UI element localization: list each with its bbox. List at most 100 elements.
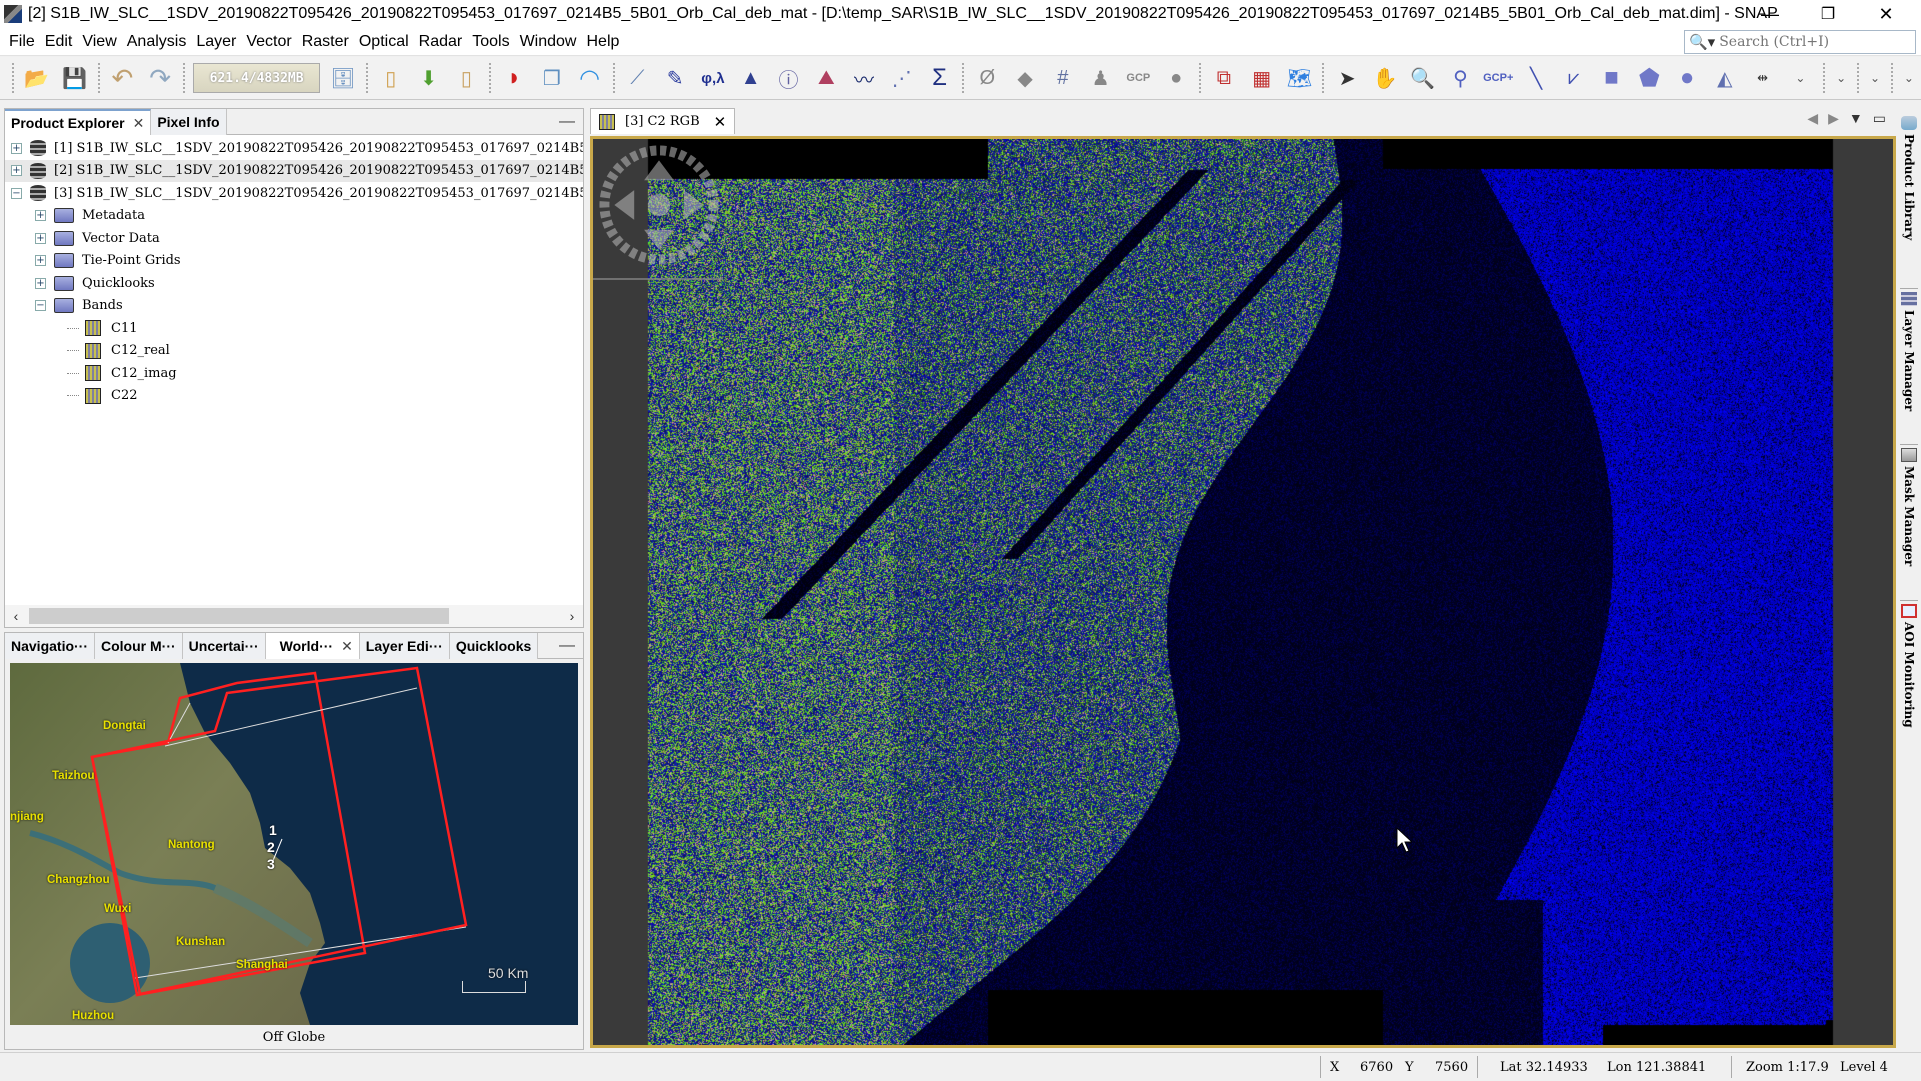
select-tool-icon[interactable]: ➤ bbox=[1331, 62, 1363, 94]
menu-vector[interactable]: Vector bbox=[241, 33, 296, 51]
shapes-overlay-icon[interactable]: ◆ bbox=[1009, 62, 1041, 94]
scroll-tabs-right-icon[interactable]: ▶ bbox=[1828, 110, 1839, 127]
menu-raster[interactable]: Raster bbox=[297, 33, 354, 51]
search-box[interactable]: 🔍▾ bbox=[1684, 30, 1916, 54]
scroll-left-icon[interactable]: ‹ bbox=[5, 608, 27, 624]
center-icon[interactable] bbox=[647, 193, 671, 217]
expand-icon[interactable]: + bbox=[35, 210, 46, 222]
scatter-plot-icon[interactable]: ⋰ bbox=[886, 62, 918, 94]
tab-navigation[interactable]: Navigatio··· bbox=[5, 633, 95, 659]
open-product-icon[interactable]: 📂 bbox=[21, 62, 53, 94]
expand-icon[interactable]: + bbox=[35, 232, 46, 244]
restore-button[interactable]: ❐ bbox=[1799, 0, 1857, 28]
rgb-image-icon[interactable]: ◗ bbox=[498, 62, 530, 94]
polyline-drawing-tool-icon[interactable]: ⩗ bbox=[1558, 62, 1590, 94]
tab-list-dropdown-icon[interactable]: ▼ bbox=[1849, 110, 1863, 127]
menu-tools[interactable]: Tools bbox=[467, 33, 514, 51]
redo-icon[interactable]: ↷ bbox=[144, 62, 176, 94]
tab-quicklooks[interactable]: Quicklooks bbox=[449, 633, 539, 659]
histogram-icon[interactable]: ▲ bbox=[735, 62, 767, 94]
collapse-icon[interactable]: − bbox=[11, 187, 22, 199]
batch-processing-icon[interactable]: ▦ bbox=[1246, 62, 1278, 94]
tree-band-c22[interactable]: C22 bbox=[5, 385, 583, 408]
profile-plot-icon[interactable]: ⟋ bbox=[622, 62, 654, 94]
new-window-icon[interactable]: ❐ bbox=[536, 62, 568, 94]
tab-uncertainty[interactable]: Uncertai··· bbox=[182, 633, 266, 659]
world-map-view[interactable]: Dongtai Taizhou njiang Nantong Changzhou… bbox=[10, 663, 578, 1025]
wave-icon[interactable]: ◠ bbox=[574, 62, 606, 94]
more-tools-chevron-icon[interactable]: ⌄ bbox=[1832, 62, 1850, 94]
expand-icon[interactable]: + bbox=[11, 142, 22, 154]
no-data-overlay-icon[interactable]: Ø bbox=[971, 62, 1003, 94]
world-wind-icon[interactable]: 🗺 bbox=[1284, 62, 1316, 94]
tree-folder-vector-data[interactable]: + Vector Data bbox=[5, 227, 583, 250]
horizontal-scrollbar[interactable]: ‹ › bbox=[5, 605, 583, 627]
open-image-view-icon[interactable]: ▯ bbox=[375, 62, 407, 94]
pin-overlay-icon[interactable]: ♟ bbox=[1085, 62, 1117, 94]
polygon-drawing-tool-icon[interactable]: ⬟ bbox=[1633, 62, 1665, 94]
close-icon[interactable]: ✕ bbox=[341, 638, 353, 655]
save-product-icon[interactable]: 💾 bbox=[59, 62, 91, 94]
memory-usage-indicator[interactable]: 621.4/4832MB bbox=[193, 63, 321, 93]
minimize-panel-button[interactable]: — bbox=[559, 113, 575, 131]
product-library-tool-icon[interactable]: ⬇ bbox=[413, 62, 445, 94]
sar-rgb-image[interactable] bbox=[593, 139, 1893, 1045]
minimize-panel-button[interactable]: — bbox=[559, 637, 575, 655]
scroll-tabs-left-icon[interactable]: ◀ bbox=[1807, 110, 1818, 127]
close-button[interactable]: ✕ bbox=[1857, 0, 1915, 28]
zoom-tool-icon[interactable]: 🔍 bbox=[1407, 62, 1439, 94]
menu-radar[interactable]: Radar bbox=[414, 33, 468, 51]
expand-icon[interactable]: + bbox=[35, 255, 46, 267]
world-map-overlay-icon[interactable]: ● bbox=[1160, 62, 1192, 94]
tab-layer-editor[interactable]: Layer Edi··· bbox=[359, 633, 450, 659]
pan-tool-icon[interactable]: ✋ bbox=[1369, 62, 1401, 94]
ellipse-drawing-tool-icon[interactable]: ● bbox=[1671, 62, 1703, 94]
pan-right-icon[interactable] bbox=[683, 190, 704, 220]
tab-pixel-info[interactable]: Pixel Info bbox=[151, 109, 227, 135]
undo-icon[interactable]: ↶ bbox=[107, 62, 139, 94]
tab-world-view[interactable]: World··· ✕ bbox=[265, 633, 360, 659]
maximize-view-icon[interactable]: ▭ bbox=[1873, 110, 1886, 127]
search-input[interactable] bbox=[1719, 34, 1910, 50]
rectangle-drawing-tool-icon[interactable]: ■ bbox=[1596, 62, 1628, 94]
menu-optical[interactable]: Optical bbox=[354, 33, 414, 51]
gcp-placing-tool-icon[interactable]: GCP+ bbox=[1482, 62, 1514, 94]
tab-product-explorer[interactable]: Product Explorer ✕ bbox=[5, 109, 152, 135]
expand-icon[interactable]: + bbox=[11, 165, 22, 177]
sidebar-tab-layer-manager[interactable]: Layer Manager bbox=[1898, 292, 1920, 411]
collapse-icon[interactable]: − bbox=[35, 300, 46, 312]
tree-band-c11[interactable]: C11 bbox=[5, 317, 583, 340]
tree-product-2[interactable]: + [2] S1B_IW_SLC__1SDV_20190822T095426_2… bbox=[5, 159, 583, 182]
pan-left-icon[interactable] bbox=[614, 190, 635, 220]
tree-folder-quicklooks[interactable]: + Quicklooks bbox=[5, 272, 583, 295]
menu-file[interactable]: File bbox=[4, 33, 40, 51]
graph-builder-icon[interactable]: ⧉ bbox=[1208, 62, 1240, 94]
tab-colour-manipulation[interactable]: Colour M··· bbox=[95, 633, 183, 659]
scroll-right-icon[interactable]: › bbox=[561, 608, 583, 624]
graticule-overlay-icon[interactable]: # bbox=[1047, 62, 1079, 94]
sidebar-tab-product-library[interactable]: Product Library bbox=[1898, 116, 1920, 240]
range-finder-tool-icon[interactable]: ⇹ bbox=[1747, 62, 1779, 94]
zoom-slider[interactable] bbox=[593, 278, 723, 280]
tree-product-3[interactable]: − [3] S1B_IW_SLC__1SDV_20190822T095426_2… bbox=[5, 182, 583, 205]
band-maths-icon[interactable]: ✎ bbox=[659, 62, 691, 94]
geocoding-icon[interactable]: φ,λ bbox=[697, 62, 729, 94]
navigation-control[interactable] bbox=[597, 143, 721, 267]
tree-product-1[interactable]: + [1] S1B_IW_SLC__1SDV_20190822T095426_2… bbox=[5, 137, 583, 160]
tree-folder-bands[interactable]: − Bands bbox=[5, 295, 583, 318]
minimize-button[interactable]: — bbox=[1741, 0, 1799, 28]
magic-wand-tool-icon[interactable]: ◭ bbox=[1709, 62, 1741, 94]
menu-layer[interactable]: Layer bbox=[191, 33, 241, 51]
menu-edit[interactable]: Edit bbox=[40, 33, 78, 51]
tree-folder-tie-point-grids[interactable]: + Tie-Point Grids bbox=[5, 250, 583, 273]
session-icon[interactable]: 🗄 bbox=[327, 62, 359, 94]
more-tools-chevron-icon[interactable]: ⌄ bbox=[1900, 62, 1918, 94]
tree-band-c12-imag[interactable]: C12_imag bbox=[5, 362, 583, 385]
menu-help[interactable]: Help bbox=[581, 33, 624, 51]
close-icon[interactable]: ✕ bbox=[133, 115, 145, 132]
time-series-icon[interactable]: 〰 bbox=[848, 62, 880, 94]
menu-view[interactable]: View bbox=[77, 33, 121, 51]
expand-icon[interactable]: + bbox=[35, 277, 46, 289]
sidebar-tab-aoi-monitoring[interactable]: AOI Monitoring bbox=[1898, 604, 1920, 728]
close-product-icon[interactable]: ▯ bbox=[450, 62, 482, 94]
